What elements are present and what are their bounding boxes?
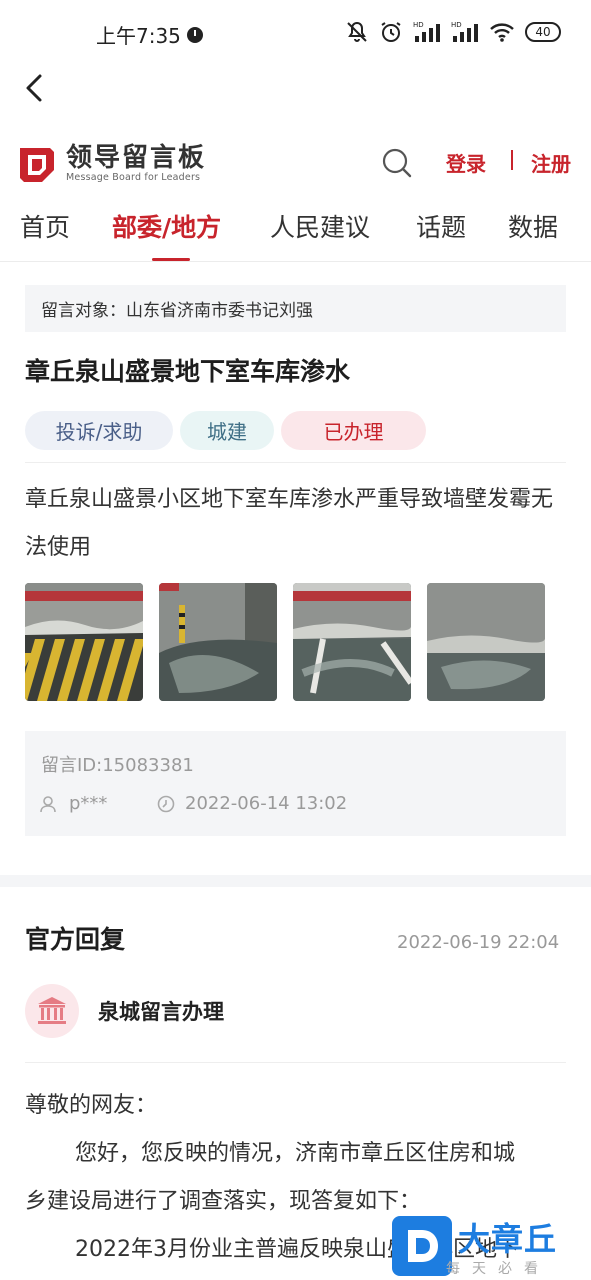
message-target: 留言对象：山东省济南市委书记刘强	[25, 285, 566, 332]
garage-photo-3	[293, 583, 411, 701]
wifi-icon	[490, 23, 514, 42]
message-time-text: 2022-06-14 13:02	[185, 793, 348, 814]
photo-thumbnail[interactable]	[427, 583, 545, 701]
message-author: p***	[39, 793, 107, 814]
battery-icon: 40	[525, 22, 561, 42]
watermark-text: 大章丘	[458, 1220, 558, 1258]
watermark-logo-icon	[392, 1216, 452, 1276]
reply-department: 泉城留言办理	[25, 984, 224, 1038]
site-logo[interactable]: 领导留言板 Message Board for Leaders	[16, 144, 206, 184]
login-link[interactable]: 登录	[446, 148, 486, 177]
garage-photo-2	[159, 583, 277, 701]
message-title: 章丘泉山盛景地下室车库渗水	[25, 357, 351, 386]
search-icon	[382, 148, 412, 178]
reply-paragraph: 您好，您反映的情况，济南市章丘区住房和城	[75, 1141, 516, 1166]
active-tab-indicator	[152, 258, 190, 261]
status-badge: 已办理	[281, 411, 426, 450]
garage-photo-1	[25, 583, 143, 701]
photo-thumbnail[interactable]	[159, 583, 277, 701]
header-separator	[511, 150, 513, 170]
message-content: 章丘泉山盛景小区地下室车库渗水严重导致墙壁发霉无法使用	[25, 487, 554, 560]
logo-mark-icon	[20, 148, 54, 182]
tab-ministries-local[interactable]: 部委/地方	[112, 208, 221, 244]
svg-text:HD: HD	[451, 21, 462, 29]
message-tags: 投诉/求助 城建 已办理	[25, 411, 426, 451]
status-bar: 上午7:35 HD HD 40	[0, 0, 591, 66]
department-name: 泉城留言办理	[98, 1000, 224, 1024]
garage-photo-4	[427, 583, 545, 701]
register-link[interactable]: 注册	[531, 148, 571, 177]
status-time-text: 上午7:35	[96, 24, 181, 48]
chevron-left-icon	[26, 74, 42, 102]
photo-thumbnail[interactable]	[293, 583, 411, 701]
status-time: 上午7:35	[96, 20, 203, 49]
site-header: 领导留言板 Message Board for Leaders 登录 注册	[0, 136, 591, 192]
tag-urban-construction[interactable]: 城建	[180, 411, 274, 450]
watermark: 大章丘 每天必看	[386, 1212, 591, 1280]
status-icons: HD HD 40	[345, 20, 561, 44]
tab-data[interactable]: 数据	[508, 208, 558, 244]
reply-date: 2022-06-19 22:04	[397, 932, 560, 953]
tag-complaint[interactable]: 投诉/求助	[25, 411, 173, 450]
svg-text:HD: HD	[413, 21, 424, 29]
tab-suggestions[interactable]: 人民建议	[270, 208, 370, 244]
message-id: 留言ID:15083381	[41, 755, 194, 776]
watermark-subtext: 每天必看	[446, 1261, 550, 1277]
reply-heading: 官方回复	[25, 925, 126, 954]
divider	[25, 462, 566, 463]
message-photos	[25, 583, 545, 701]
signal-hd-icon: HD	[413, 21, 440, 42]
alarm-icon	[381, 22, 401, 42]
section-separator	[0, 875, 591, 887]
author-name: p***	[69, 793, 108, 814]
mute-bell-icon	[347, 21, 367, 42]
back-button[interactable]	[18, 70, 50, 106]
message-target-label: 留言对象：	[41, 301, 126, 321]
government-building-icon	[38, 997, 66, 1024]
clock-badge-icon	[186, 26, 203, 43]
logo-title: 领导留言板	[66, 143, 207, 173]
search-button[interactable]	[380, 146, 414, 180]
photo-thumbnail[interactable]	[25, 583, 143, 701]
signal-hd-icon-2: HD	[451, 21, 478, 42]
divider	[25, 1062, 566, 1063]
department-avatar	[25, 984, 79, 1038]
user-icon	[40, 795, 56, 812]
reply-greeting: 尊敬的网友：	[25, 1093, 158, 1118]
logo-text: 领导留言板 Message Board for Leaders	[66, 144, 206, 184]
clock-icon	[157, 795, 175, 812]
tab-home[interactable]: 首页	[20, 208, 70, 244]
tab-topics[interactable]: 话题	[416, 208, 466, 244]
main-nav: 首页 部委/地方 人民建议 话题 数据	[0, 204, 591, 262]
message-meta: 留言ID:15083381 p*** 2022-06-14 13:02	[25, 731, 566, 836]
message-target-value[interactable]: 山东省济南市委书记刘强	[126, 301, 313, 321]
message-time: 2022-06-14 13:02	[157, 793, 347, 814]
logo-subtitle: Message Board for Leaders	[66, 172, 201, 183]
battery-level: 40	[535, 25, 551, 39]
